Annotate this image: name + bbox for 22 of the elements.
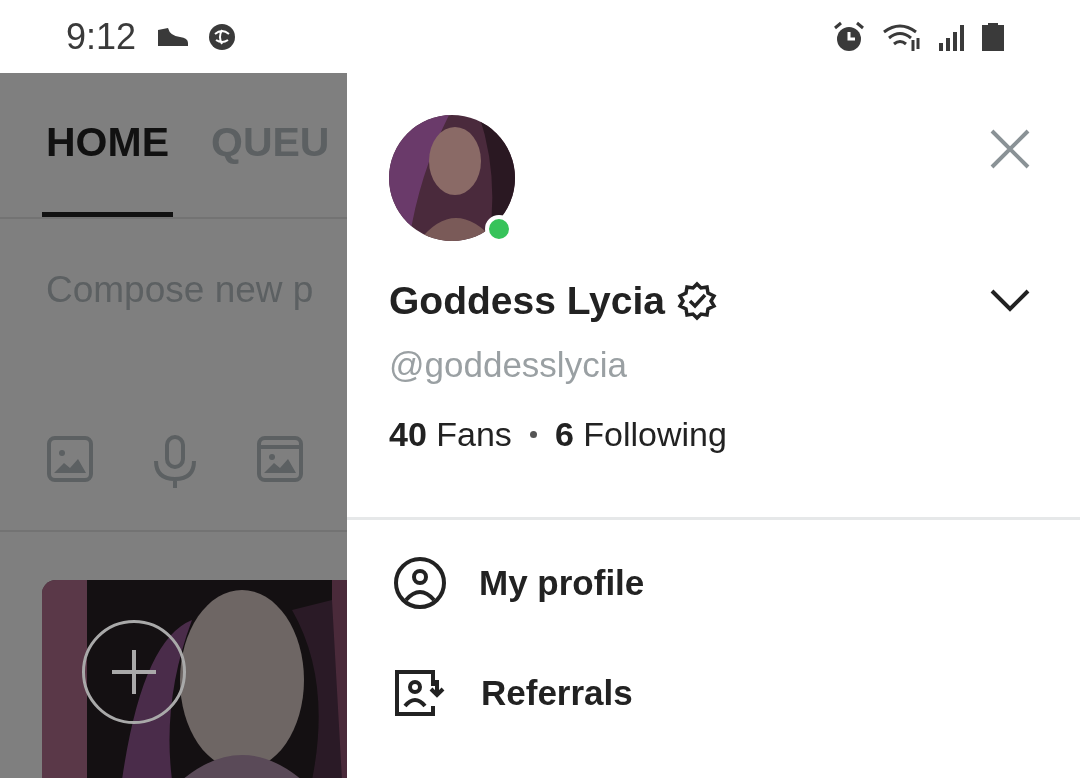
shoe-icon [156, 25, 191, 48]
stat-link[interactable]: 6 Following [554, 415, 727, 454]
add-button[interactable] [82, 620, 186, 725]
menu-item[interactable]: My profile [393, 556, 1080, 610]
user-circle-icon [393, 556, 447, 610]
stat-link[interactable]: 40 Fans [389, 415, 512, 454]
image-icon[interactable] [46, 435, 94, 484]
plus-icon [110, 648, 158, 697]
close-icon [990, 129, 1030, 169]
gallery-icon[interactable] [256, 435, 304, 484]
microphone-icon[interactable] [152, 435, 198, 490]
wifi-icon [882, 21, 922, 52]
alarm-icon [832, 19, 866, 54]
chevron-down-icon[interactable] [990, 289, 1030, 313]
signal-icon [938, 22, 966, 51]
battery-icon [982, 22, 1004, 51]
menu-item[interactable]: Referrals [393, 668, 1080, 718]
separator-dot [529, 431, 537, 438]
profile-handle: @goddesslycia [389, 345, 628, 385]
clock-time: 9:12 [66, 15, 137, 58]
tab[interactable]: HOME [42, 73, 173, 218]
profile-name: Goddess Lycia [389, 279, 665, 323]
